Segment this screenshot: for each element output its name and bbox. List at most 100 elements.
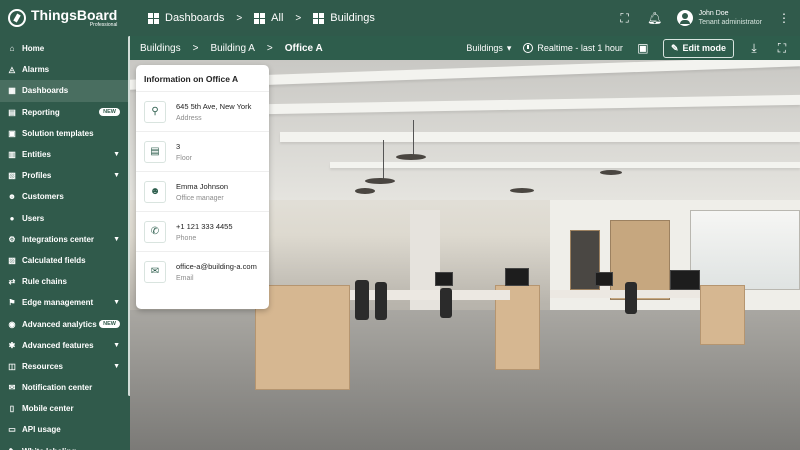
dropdown-arrow-icon: ▾ (506, 42, 512, 53)
card-title: Information on Office A (144, 74, 239, 84)
monitor (595, 272, 613, 286)
monitor (435, 272, 453, 286)
sidebar-item-rule-chains[interactable]: ⇄ Rule chains (0, 271, 130, 292)
sidebar-item-users[interactable]: ● Users (0, 208, 130, 229)
breadcrumb-separator: > (192, 42, 199, 54)
sidebar-item-label: Users (22, 213, 45, 223)
desk-partition (700, 285, 745, 345)
sidebar-item-calculated-fields[interactable]: ▨ Calculated fields (0, 250, 130, 271)
sidebar-item-mobile-center[interactable]: ▯ Mobile center (0, 398, 130, 419)
integrations-icon: ⚙ (8, 234, 16, 244)
profiles-icon: ▧ (8, 171, 16, 181)
sidebar-item-label: Dashboards (22, 86, 69, 96)
chevron-down-icon: ▼ (113, 235, 120, 243)
ceiling-beam (280, 132, 800, 142)
breadcrumb-all[interactable]: All (254, 12, 283, 24)
new-badge: NEW (99, 320, 120, 329)
sidebar-item-label: Entities (22, 150, 51, 160)
sidebar-item-profiles[interactable]: ▧ Profiles ▼ (0, 165, 130, 186)
sidebar-item-entities[interactable]: ▥ Entities ▼ (0, 144, 130, 165)
email-value: office-a@building-a.com (176, 261, 257, 271)
clock-icon (523, 43, 534, 53)
sidebar-item-advanced-analytics[interactable]: ◉ Advanced analytics NEW (0, 313, 130, 334)
sidebar-item-reporting[interactable]: ▤ Reporting NEW (0, 102, 130, 123)
info-row-phone: ✆ +1 121 333 4455 Phone (136, 211, 269, 251)
entities-icon: ▥ (8, 150, 16, 160)
sidebar-item-notification-center[interactable]: ✉ Notification center (0, 377, 130, 398)
sidebar-item-label: Calculated fields (22, 255, 86, 265)
features-icon: ✱ (8, 340, 16, 350)
chevron-down-icon: ▼ (113, 299, 120, 307)
pendant-lamp (365, 178, 395, 184)
sidebar-item-home[interactable]: ⌂ Home (0, 38, 130, 59)
notification-icon: ✉ (8, 383, 16, 393)
sidebar-item-solution-templates[interactable]: ▣ Solution templates (0, 123, 130, 144)
breadcrumb-separator: > (295, 12, 302, 24)
download-icon[interactable]: ⤓ (746, 40, 762, 56)
shelving (610, 220, 670, 300)
template-icon: ▣ (8, 128, 16, 138)
office-chair (375, 282, 387, 320)
more-vert-icon[interactable]: ⋮ (776, 10, 792, 26)
fullscreen-icon[interactable]: ⛶ (617, 10, 633, 26)
email-label: Email (176, 274, 194, 282)
floor-icon: ▤ (144, 140, 166, 163)
dashboard-breadcrumb: Buildings > Building A > Office A (140, 43, 323, 54)
sidebar-item-dashboards[interactable]: ▦ Dashboards (0, 80, 130, 102)
chevron-down-icon: ▼ (113, 362, 120, 370)
sidebar-item-label: Advanced features (22, 340, 94, 350)
logo-subtitle: Professional (89, 22, 118, 28)
breadcrumb-buildings-state[interactable]: Buildings (140, 43, 181, 54)
sidebar-item-label: Resources (22, 361, 63, 371)
logo[interactable]: ThingsBoard Professional (0, 8, 130, 28)
resources-icon: ◫ (8, 361, 16, 371)
fullscreen-icon[interactable]: ⛶ (774, 40, 790, 56)
sidebar-item-edge-management[interactable]: ⚑ Edge management ▼ (0, 292, 130, 313)
dashboard-icon (313, 12, 325, 24)
sidebar-item-white-labeling[interactable]: ✎White labeling (0, 441, 130, 450)
api-icon: ▭ (8, 425, 16, 435)
sidebar-item-customers[interactable]: ☻ Customers (0, 186, 130, 207)
timewindow-button[interactable]: Realtime - last 1 hour (523, 43, 623, 53)
thingsboard-logo-icon (8, 9, 26, 27)
avatar (676, 10, 693, 26)
user-role: Tenant administrator (698, 19, 762, 26)
pendant-lamp (396, 154, 426, 160)
breadcrumb-buildings[interactable]: Buildings (313, 12, 375, 24)
pendant-lamp (355, 188, 375, 194)
top-bar: ThingsBoard Professional Dashboards > Al… (0, 0, 800, 36)
sidebar-item-api-usage[interactable]: ▭ API usage (0, 419, 130, 440)
desk-partition (255, 285, 350, 390)
top-breadcrumb: Dashboards > All > Buildings (148, 12, 375, 24)
state-select[interactable]: Buildings ▾ (466, 43, 511, 54)
manager-label: Office manager (176, 194, 224, 202)
breadcrumb-building-a[interactable]: Building A (210, 43, 254, 54)
sidebar-item-label: Advanced analytics (22, 319, 97, 329)
breadcrumb-office-a: Office A (284, 42, 323, 54)
monitor (670, 270, 700, 290)
sidebar-item-advanced-features[interactable]: ✱ Advanced features ▼ (0, 335, 130, 356)
sidebar-item-alarms[interactable]: ◬ Alarms (0, 59, 130, 80)
sidebar: ⌂ Home ◬ Alarms ▦ Dashboards ▤ Reporting NEW ▣ Sol… (0, 36, 130, 450)
chevron-down-icon: ▼ (113, 341, 120, 349)
notifications-bell-icon[interactable]: 🔔︎ (647, 10, 663, 26)
chevron-down-icon: ▼ (113, 172, 120, 180)
sidebar-item-label: Solution templates (22, 128, 94, 138)
dashboard-toolbar: Buildings > Building A > Office A Buildi… (130, 36, 800, 60)
dashboard-icon: ▦ (8, 86, 16, 96)
monitor (505, 268, 529, 286)
sidebar-item-resources[interactable]: ◫ Resources ▼ (0, 356, 130, 377)
customers-icon: ☻ (7, 192, 17, 202)
pencil-icon: ✎ (670, 42, 679, 53)
breadcrumb-separator: > (266, 42, 273, 54)
mobile-icon: ▯ (9, 404, 15, 414)
user-menu[interactable]: John Doe Tenant administrator (676, 9, 762, 28)
sidebar-item-integrations-center[interactable]: ⚙ Integrations center ▼ (0, 229, 130, 250)
pendant-lamp (510, 188, 534, 193)
pendant-lamp (600, 170, 622, 175)
sidebar-item-label: Reporting (22, 107, 60, 117)
breadcrumb-dashboards[interactable]: Dashboards (148, 12, 224, 24)
image-export-icon[interactable]: ▣ (635, 40, 651, 56)
edit-mode-button[interactable]: ✎ Edit mode (662, 38, 734, 58)
office-chair (440, 288, 452, 318)
